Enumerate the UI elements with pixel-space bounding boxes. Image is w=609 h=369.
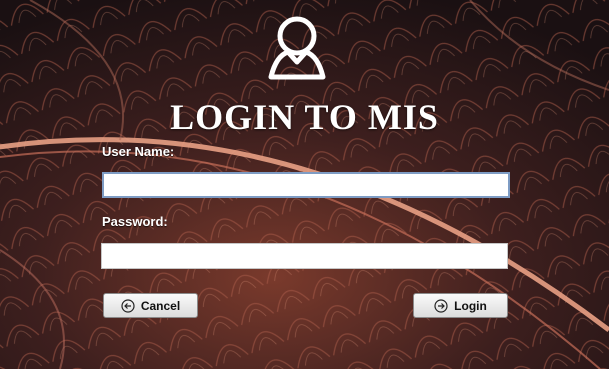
- login-button[interactable]: Login: [413, 293, 508, 318]
- username-field[interactable]: [102, 172, 510, 198]
- password-label: Password:: [102, 214, 168, 229]
- user-icon: [268, 16, 326, 80]
- forward-arrow-circle-icon: [434, 298, 448, 313]
- cancel-label: Cancel: [140, 298, 181, 313]
- back-arrow-circle-icon: [121, 298, 135, 313]
- login-label: Login: [454, 298, 487, 313]
- cancel-button[interactable]: Cancel: [103, 293, 198, 318]
- username-label: User Name:: [102, 144, 175, 159]
- password-field[interactable]: [101, 243, 508, 269]
- page-title: LOGIN TO MIS: [170, 97, 439, 137]
